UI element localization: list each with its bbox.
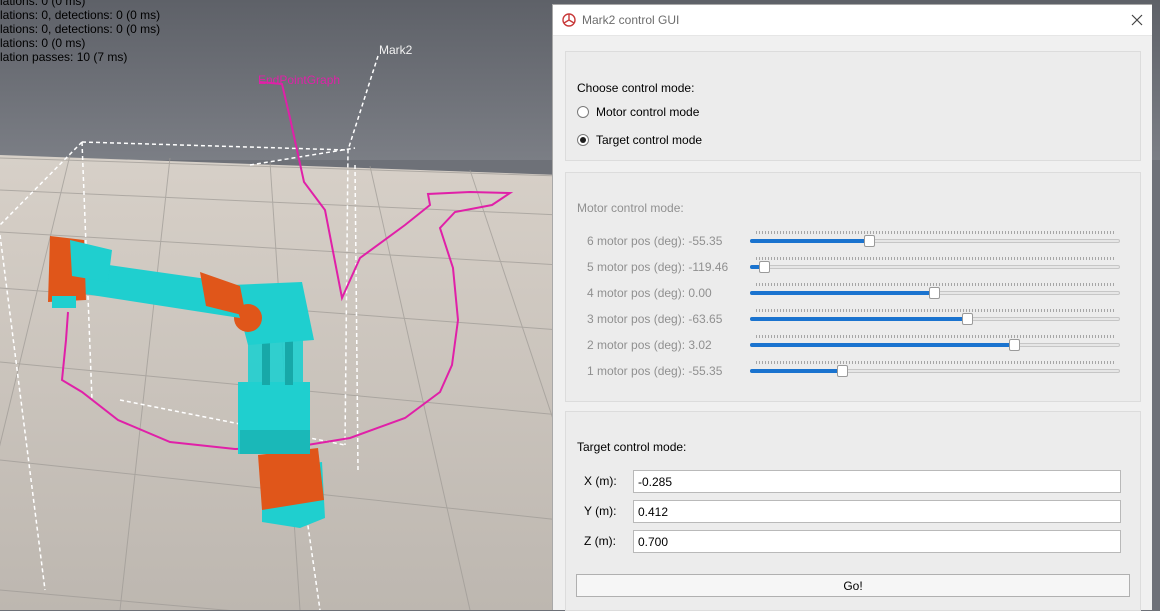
motor-2-label: 2 motor pos (deg): 3.02 [587,338,712,352]
close-icon [1131,14,1143,26]
console-line: lation passes: 10 (7 ms) [0,50,128,64]
endpoint-graph-label: EndPointGraph [258,73,341,87]
radio-motor-control[interactable]: Motor control mode [577,105,699,119]
slider-thumb[interactable] [929,287,940,299]
radio-target-control[interactable]: Target control mode [577,133,702,147]
y-field-label: Y (m): [584,504,617,518]
motor-3-slider[interactable] [750,309,1120,325]
motor-4-label: 4 motor pos (deg): 0.00 [587,286,712,300]
slider-thumb[interactable] [837,365,848,377]
slider-thumb[interactable] [962,313,973,325]
motor-1-label: 1 motor pos (deg): -55.35 [587,364,723,378]
target-group-title: Target control mode: [577,440,687,454]
slider-thumb[interactable] [759,261,770,273]
console-line: lations: 0, detections: 0 (0 ms) [0,22,161,36]
radio-button[interactable] [577,106,589,118]
console-line: lations: 0 (0 ms) [0,36,86,50]
dialog-titlebar[interactable]: Mark2 control GUI [553,5,1152,36]
x-field[interactable] [633,470,1121,493]
app-logo-icon [562,13,576,27]
console-line: lations: 0 (0 ms) [0,0,86,8]
motor-1-slider[interactable] [750,361,1120,377]
motor-4-slider[interactable] [750,283,1120,299]
radio-label: Motor control mode [596,105,700,119]
dialog-title: Mark2 control GUI [582,13,680,27]
motor-5-slider[interactable] [750,257,1120,273]
close-button[interactable] [1122,5,1152,35]
radio-button[interactable] [577,134,589,146]
mode-group-title: Choose control mode: [577,81,695,95]
mode-group: Choose control mode: Motor control mode … [565,51,1141,161]
y-field[interactable] [633,500,1121,523]
slider-thumb[interactable] [864,235,875,247]
mark2-label: Mark2 [379,43,413,57]
motor-2-slider[interactable] [750,335,1120,351]
target-group: Target control mode: X (m): Y (m): Z (m)… [565,411,1141,611]
z-field[interactable] [633,530,1121,553]
slider-thumb[interactable] [1009,339,1020,351]
radio-label: Target control mode [596,133,703,147]
motor-5-label: 5 motor pos (deg): -119.46 [587,260,729,274]
motor-3-label: 3 motor pos (deg): -63.65 [587,312,723,326]
z-field-label: Z (m): [584,534,616,548]
console-log: lations: 0 (0 ms) lations: 0, detections… [0,0,160,64]
x-field-label: X (m): [584,474,617,488]
control-dialog: Mark2 control GUI Choose control mode: M… [552,4,1152,611]
console-line: lations: 0, detections: 0 (0 ms) [0,8,161,22]
motor-6-slider[interactable] [750,231,1120,247]
motor-6-label: 6 motor pos (deg): -55.35 [587,234,723,248]
go-button[interactable]: Go! [576,574,1130,597]
motor-group-title: Motor control mode: [577,201,684,215]
motor-group: Motor control mode: 6 motor pos (deg): -… [565,172,1141,402]
